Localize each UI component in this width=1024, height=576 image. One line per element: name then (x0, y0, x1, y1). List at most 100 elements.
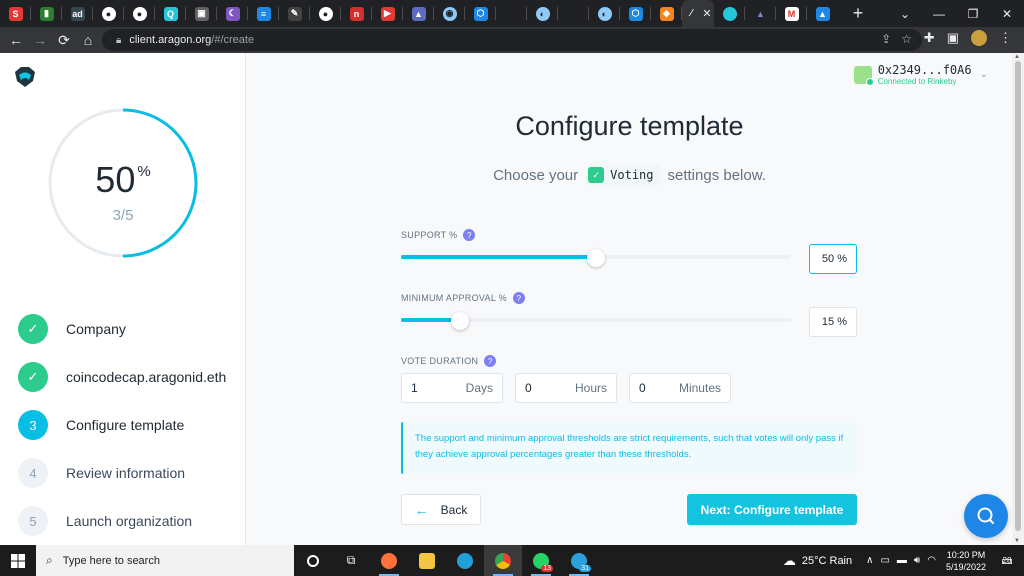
telegram-button[interactable]: 31 (560, 545, 598, 576)
tab[interactable] (714, 0, 745, 27)
scroll-down-icon[interactable]: ▼ (1014, 538, 1020, 544)
step-label: Configure template (66, 417, 185, 433)
tab[interactable]: ☾ (217, 0, 248, 27)
tab[interactable]: ⬡ (465, 0, 496, 27)
slider-handle[interactable] (587, 249, 605, 267)
whatsapp-button[interactable]: 13 (522, 545, 560, 576)
minutes-input[interactable]: 0 Minutes (629, 373, 731, 403)
taskbar-search[interactable]: ⌕ Type here to search (36, 545, 294, 576)
battery-icon[interactable]: ▬ (897, 555, 907, 566)
days-value: 1 (411, 381, 418, 395)
steps-list: ✓ Company ✓ coincodecap.aragonid.eth 3 Config… (18, 305, 226, 545)
gmail-icon: M (784, 6, 799, 21)
cortana-icon (307, 554, 319, 567)
file-explorer-button[interactable] (408, 545, 446, 576)
tab-active[interactable]: ⁄ ✕ (682, 0, 714, 27)
tab[interactable]: ▲ (403, 0, 434, 27)
back-arrow-icon[interactable]: ← (4, 28, 28, 52)
forward-arrow-icon[interactable]: → (28, 28, 52, 52)
tab[interactable]: ◐ (527, 0, 558, 27)
tab[interactable]: ● (124, 0, 155, 27)
tab[interactable]: Q (155, 0, 186, 27)
bookmark-star-icon[interactable]: ☆ (901, 32, 912, 46)
tab[interactable]: n (341, 0, 372, 27)
tab[interactable]: ▶ (372, 0, 403, 27)
tab[interactable]: ⬡ (620, 0, 651, 27)
browser-toolbar: ← → ⟳ ⌂ 🔒︎ client.aragon.org /#/create ⇪… (0, 27, 1024, 53)
hours-input[interactable]: 0 Hours (515, 373, 617, 403)
step-item: ✓ Company (18, 305, 226, 353)
meet-icon[interactable]: ▭ (880, 555, 889, 566)
restore-icon[interactable]: ❐ (956, 0, 990, 27)
tab[interactable] (496, 0, 527, 27)
notifications-button[interactable]: ▭ 28 (996, 551, 1018, 571)
address-bar[interactable]: 🔒︎ client.aragon.org /#/create ⇪ ☆ (102, 29, 922, 51)
edge-button[interactable] (446, 545, 484, 576)
tab[interactable]: ▣ (186, 0, 217, 27)
tab[interactable]: ▮ (31, 0, 62, 27)
profile-avatar[interactable] (971, 30, 987, 46)
whatsapp-badge: 13 (541, 565, 553, 572)
help-icon[interactable]: ? (463, 229, 476, 241)
tab[interactable]: ▲ (745, 0, 776, 27)
aragon-icon: ⁄ (684, 6, 699, 21)
tab-search-icon[interactable]: ⌄ (888, 0, 922, 27)
min-approval-slider[interactable] (401, 312, 791, 330)
clock[interactable]: 10:20 PM 5/19/2022 (946, 549, 986, 573)
tab[interactable]: ▲ (807, 0, 838, 27)
share-icon[interactable]: ⇪ (881, 32, 891, 46)
tab[interactable]: ◐ (589, 0, 620, 27)
firefox-button[interactable] (370, 545, 408, 576)
tab[interactable]: ◉ (434, 0, 465, 27)
step-count: 3/5 (112, 207, 134, 224)
home-icon[interactable]: ⌂ (76, 28, 100, 52)
tab[interactable]: ≡ (248, 0, 279, 27)
tab[interactable]: M (776, 0, 807, 27)
chevron-up-icon[interactable]: ∧ (866, 555, 873, 566)
days-input[interactable]: 1 Days (401, 373, 503, 403)
menu-icon[interactable]: ⋮ (999, 30, 1012, 46)
step-number: 3 (18, 410, 48, 440)
globe-icon: ● (101, 6, 116, 21)
reload-icon[interactable]: ⟳ (52, 28, 76, 52)
min-approval-input[interactable]: 15 % (809, 307, 857, 337)
new-tab-button[interactable]: + (848, 3, 868, 24)
scroll-thumb[interactable] (1015, 61, 1021, 531)
next-button[interactable]: Next: Configure template (687, 494, 857, 525)
volume-icon[interactable]: 🔊︎ (914, 555, 920, 566)
support-input[interactable]: 50 % (809, 244, 857, 274)
close-tab-icon[interactable]: ✕ (702, 7, 711, 20)
tab[interactable] (558, 0, 589, 27)
account-button[interactable]: 0x2349...f0A6 Connected to Rinkeby ⌄ (853, 63, 988, 86)
support-slider[interactable] (401, 249, 791, 267)
weather-widget[interactable]: ☁ 25°C Rain (783, 553, 852, 569)
tab[interactable]: S (0, 0, 31, 27)
support-label: SUPPORT % ? (401, 229, 476, 241)
tab[interactable]: ✎ (279, 0, 310, 27)
task-view-button[interactable]: ⧉ (332, 545, 370, 576)
tab[interactable]: ◆ (651, 0, 682, 27)
back-button[interactable]: ← Back (401, 494, 481, 525)
minimize-icon[interactable]: — (922, 0, 956, 27)
chrome-button[interactable] (484, 545, 522, 576)
scroll-up-icon[interactable]: ▲ (1014, 54, 1020, 60)
sidepanel-icon[interactable]: ▣ (947, 30, 959, 46)
ring-icon: ◉ (442, 6, 457, 21)
start-button[interactable] (0, 545, 36, 576)
slider-handle[interactable] (450, 312, 469, 330)
scrollbar[interactable]: ▲ ▼ (1012, 53, 1024, 545)
cortana-button[interactable] (294, 545, 332, 576)
close-window-icon[interactable]: ✕ (990, 0, 1024, 27)
tab[interactable]: ad (62, 0, 93, 27)
folder-icon (419, 552, 435, 569)
notification-count: 28 (1002, 556, 1012, 565)
help-icon[interactable]: ? (484, 355, 497, 367)
tab[interactable]: ● (93, 0, 124, 27)
wifi-icon[interactable]: ◠ (927, 555, 936, 566)
weather-text: 25°C Rain (801, 554, 853, 567)
help-chat-button[interactable] (964, 494, 1008, 538)
extensions-icon[interactable]: ✚ (924, 30, 935, 46)
step-item: 4 Review information (18, 449, 226, 497)
tab[interactable]: ● (310, 0, 341, 27)
help-icon[interactable]: ? (512, 292, 525, 304)
